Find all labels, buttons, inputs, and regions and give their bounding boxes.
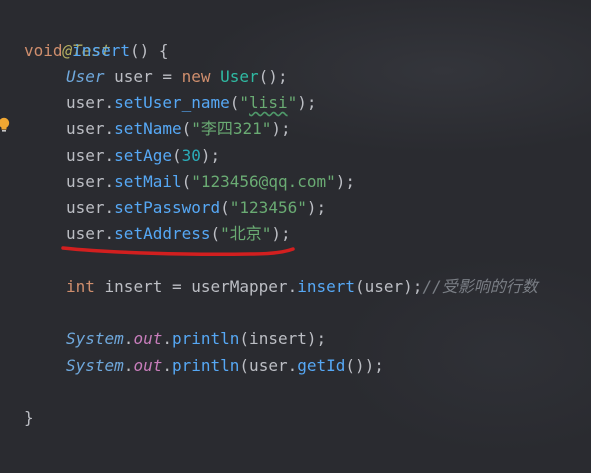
dot-token: . bbox=[123, 329, 134, 348]
code-line-insert: int insert = userMapper.insert(user);//受… bbox=[66, 274, 538, 300]
dot-token: . bbox=[162, 329, 172, 348]
args-token: (user); bbox=[355, 277, 423, 296]
dot-token: . bbox=[287, 277, 298, 296]
closing-brace: } bbox=[24, 408, 34, 427]
dot-token: . bbox=[287, 356, 298, 375]
method-token: println bbox=[171, 356, 240, 375]
class-token: System bbox=[66, 329, 124, 348]
dot-token: . bbox=[162, 356, 172, 375]
code-line-closing-brace: } bbox=[24, 405, 34, 431]
red-underline-mark bbox=[61, 246, 295, 256]
code-line-println-insert: System.out.println(insert); bbox=[66, 326, 326, 352]
keyword-int: int bbox=[66, 277, 95, 296]
class-token: System bbox=[66, 356, 124, 375]
code-editor[interactable]: @Test void insert() { User user = new Us… bbox=[0, 0, 591, 473]
method-token: getId bbox=[297, 356, 346, 375]
comment-token: //受影响的行数 bbox=[422, 277, 538, 296]
method-token: insert bbox=[297, 277, 355, 296]
args-open-token: (user bbox=[239, 356, 288, 375]
close-token: ()); bbox=[345, 356, 384, 375]
code-line-println-getid: System.out.println(user.getId()); bbox=[66, 353, 384, 379]
dot-token: . bbox=[123, 356, 134, 375]
field-token: out bbox=[133, 356, 163, 375]
method-token: println bbox=[171, 329, 240, 348]
var-token: insert = userMapper bbox=[94, 277, 288, 296]
field-token: out bbox=[133, 329, 163, 348]
args-token: (insert); bbox=[239, 329, 327, 348]
